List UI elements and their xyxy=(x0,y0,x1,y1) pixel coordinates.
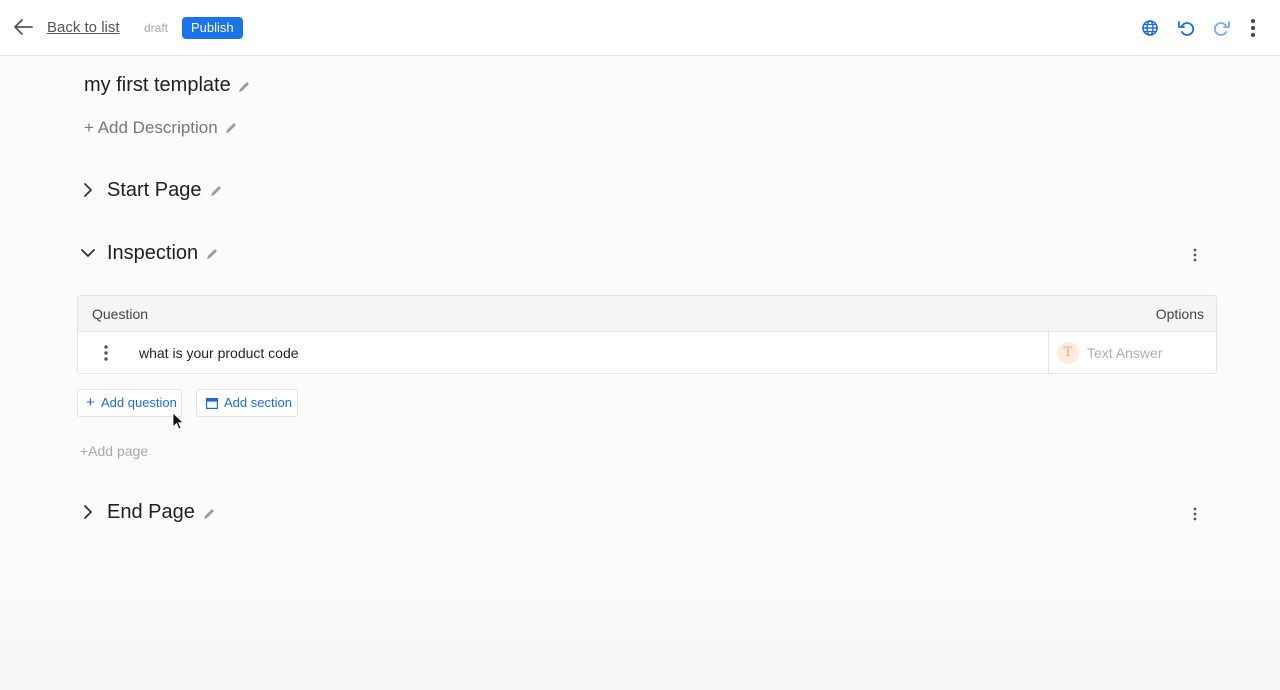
section-menu-icon[interactable] xyxy=(1193,248,1197,262)
mouse-cursor-icon xyxy=(172,412,184,430)
text-answer-icon: T xyxy=(1057,342,1079,364)
pencil-icon[interactable] xyxy=(224,121,238,135)
status-badge: draft xyxy=(144,21,169,35)
add-question-label: Add question xyxy=(101,395,177,410)
top-bar: Back to list draft Publish xyxy=(0,0,1280,56)
globe-icon[interactable] xyxy=(1140,18,1160,38)
add-section-button[interactable]: Add section xyxy=(196,389,298,417)
drag-handle-icon[interactable] xyxy=(104,345,108,361)
template-title[interactable]: my first template xyxy=(84,74,231,97)
plus-icon: + xyxy=(86,394,95,411)
undo-icon[interactable] xyxy=(1176,18,1196,38)
redo-icon[interactable] xyxy=(1212,18,1232,38)
pencil-icon[interactable] xyxy=(209,184,223,198)
answer-type-label: Text Answer xyxy=(1087,345,1163,361)
column-header-options: Options xyxy=(1155,306,1204,322)
table-row[interactable]: what is your product code T Text Answer xyxy=(78,332,1216,373)
pencil-icon[interactable] xyxy=(237,80,251,94)
column-header-question: Question xyxy=(92,306,149,322)
chevron-right-icon[interactable] xyxy=(80,504,96,520)
section-title-inspection[interactable]: Inspection xyxy=(107,242,198,265)
section-icon xyxy=(206,398,218,409)
table-header: Question Options xyxy=(78,296,1216,332)
add-section-label: Add section xyxy=(224,395,292,410)
back-to-list-link[interactable]: Back to list xyxy=(47,19,120,36)
back-arrow-icon[interactable] xyxy=(12,16,34,38)
pencil-icon[interactable] xyxy=(205,247,219,261)
publish-button[interactable]: Publish xyxy=(182,17,243,39)
section-title-end-page[interactable]: End Page xyxy=(107,501,195,524)
section-title-start-page[interactable]: Start Page xyxy=(107,179,202,202)
add-page-link[interactable]: +Add page xyxy=(80,443,148,459)
add-question-button[interactable]: + Add question xyxy=(77,389,182,417)
answer-type-cell[interactable]: T Text Answer xyxy=(1048,332,1216,373)
chevron-down-icon[interactable] xyxy=(80,245,96,261)
more-vertical-icon[interactable] xyxy=(1243,18,1263,38)
questions-table: Question Options what is your product co… xyxy=(77,295,1217,374)
add-description-link[interactable]: + Add Description xyxy=(84,118,218,138)
section-menu-icon[interactable] xyxy=(1193,507,1197,521)
chevron-right-icon[interactable] xyxy=(80,182,96,198)
question-text[interactable]: what is your product code xyxy=(139,345,299,361)
pencil-icon[interactable] xyxy=(202,507,216,521)
